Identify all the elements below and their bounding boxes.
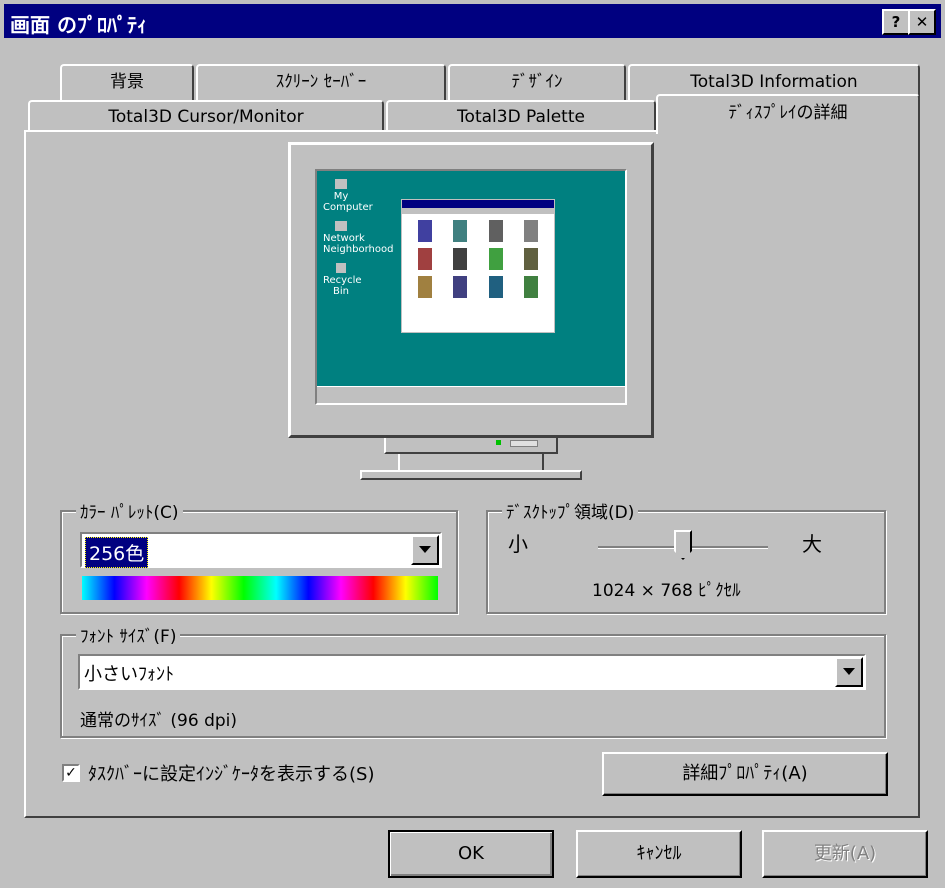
preview-window (401, 199, 555, 333)
apply-button[interactable]: 更新(A) (762, 830, 928, 878)
tab-display-details[interactable]: ﾃﾞｨｽﾌﾟﾚｲの詳細 (656, 94, 920, 134)
preview-taskbar (317, 386, 625, 403)
font-size-dropdown-button[interactable] (835, 657, 863, 687)
font-size-label: ﾌｫﾝﾄ ｻｲｽﾞ(F) (76, 622, 181, 647)
desktop-area-max-label: 大 (802, 532, 822, 556)
ok-button[interactable]: OK (388, 830, 554, 878)
color-palette-select[interactable]: 256色 (80, 532, 442, 568)
monitor-neck (398, 454, 544, 470)
color-palette-dropdown-button[interactable] (411, 535, 439, 565)
color-spectrum-bar (82, 576, 438, 600)
window-title: 画面 のﾌﾟﾛﾊﾟﾃｨ (10, 13, 147, 37)
computer-icon: My Computer (323, 179, 373, 213)
font-size-group: ﾌｫﾝﾄ ｻｲｽﾞ(F) 小さいﾌｫﾝﾄ 通常のｻｲｽﾞ (96 dpi) (60, 622, 886, 738)
resolution-slider-thumb[interactable] (674, 530, 692, 560)
close-button[interactable]: ✕ (908, 9, 936, 35)
resolution-readout: 1024 × 768 ﾋﾟｸｾﾙ (592, 581, 741, 601)
font-size-info: 通常のｻｲｽﾞ (96 dpi) (80, 711, 238, 731)
recycle-bin-icon: Recycle Bin (323, 263, 362, 297)
desktop-area-group: ﾃﾞｽｸﾄｯﾌﾟ領域(D) 小 大 1024 × 768 ﾋﾟｸｾﾙ (486, 498, 886, 614)
preview-screen: My Computer Network Neighborhood Recycle… (315, 169, 627, 405)
help-button[interactable]: ? (882, 9, 910, 35)
taskbar-indicator-checkbox[interactable]: ✓ (62, 764, 80, 782)
monitor-foot (360, 470, 582, 480)
tab-screensaver[interactable]: ｽｸﾘｰﾝ ｾｰﾊﾞｰ (196, 64, 446, 102)
color-palette-label: ｶﾗｰ ﾊﾟﾚｯﾄ(C) (76, 498, 183, 523)
color-palette-group: ｶﾗｰ ﾊﾟﾚｯﾄ(C) 256色 (60, 498, 458, 614)
cancel-button[interactable]: ｷｬﾝｾﾙ (576, 830, 742, 878)
title-bar[interactable]: 画面 のﾌﾟﾛﾊﾟﾃｨ ? ✕ (4, 4, 941, 38)
desktop-area-label: ﾃﾞｽｸﾄｯﾌﾟ領域(D) (502, 498, 639, 523)
preview-window-icons (402, 214, 554, 304)
power-switch (510, 440, 538, 447)
advanced-properties-button[interactable]: 詳細ﾌﾟﾛﾊﾟﾃｨ(A) (602, 752, 888, 796)
tab-total3d-palette[interactable]: Total3D Palette (386, 100, 656, 132)
taskbar-indicator-label[interactable]: ﾀｽｸﾊﾞｰに設定ｲﾝｼﾞｹｰﾀを表示する(S) (88, 760, 374, 786)
preview-window-titlebar (402, 200, 554, 208)
dialog-window: 画面 のﾌﾟﾛﾊﾟﾃｨ ? ✕ 背景 ｽｸﾘｰﾝ ｾｰﾊﾞｰ ﾃﾞｻﾞｲﾝ To… (0, 0, 945, 888)
font-size-select[interactable]: 小さいﾌｫﾝﾄ (78, 654, 866, 690)
desktop-area-min-label: 小 (508, 532, 528, 556)
monitor-stand (384, 438, 558, 454)
tab-background[interactable]: 背景 (60, 64, 194, 102)
color-palette-value: 256色 (85, 537, 149, 568)
monitor-preview: My Computer Network Neighborhood Recycle… (288, 142, 654, 438)
font-size-value: 小さいﾌｫﾝﾄ (84, 664, 174, 685)
power-led (496, 440, 501, 445)
tab-total3d-cursor-monitor[interactable]: Total3D Cursor/Monitor (28, 100, 384, 132)
tab-design[interactable]: ﾃﾞｻﾞｲﾝ (448, 64, 626, 102)
checkmark-icon: ✓ (65, 765, 77, 781)
network-icon: Network Neighborhood (323, 221, 393, 255)
